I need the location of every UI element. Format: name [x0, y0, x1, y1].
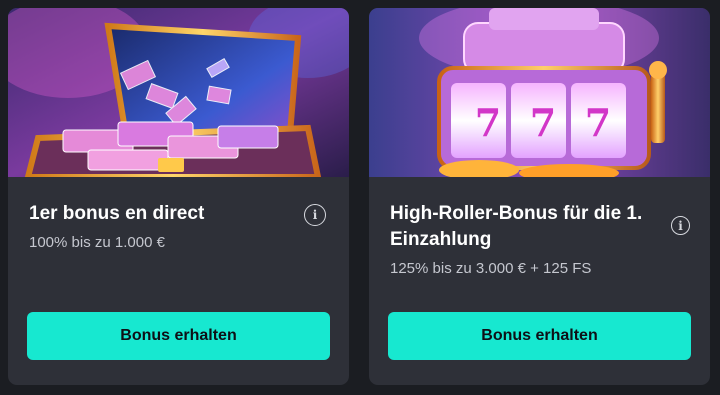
offer-subtitle: 100% bis zu 1.000 € [29, 234, 165, 251]
slot-machine-illustration: 7 7 7 [369, 8, 710, 177]
offer-title: 1er bonus en direct [29, 203, 205, 224]
money-suitcase-illustration [8, 8, 349, 177]
get-bonus-button[interactable]: Bonus erhalten [27, 312, 330, 360]
info-icon[interactable]: i [671, 216, 690, 235]
offer-subtitle: 125% bis zu 3.000 € + 125 FS [390, 260, 592, 277]
bonus-card: 7 7 7 High-Roller-Bonus für die 1. Einza… [369, 8, 710, 385]
bonus-card: 1er bonus en direct 100% bis zu 1.000 € … [8, 8, 349, 385]
get-bonus-button[interactable]: Bonus erhalten [388, 312, 691, 360]
offer-title: High-Roller-Bonus für die 1. Einzahlung [390, 203, 643, 250]
info-icon[interactable]: i [304, 204, 326, 226]
